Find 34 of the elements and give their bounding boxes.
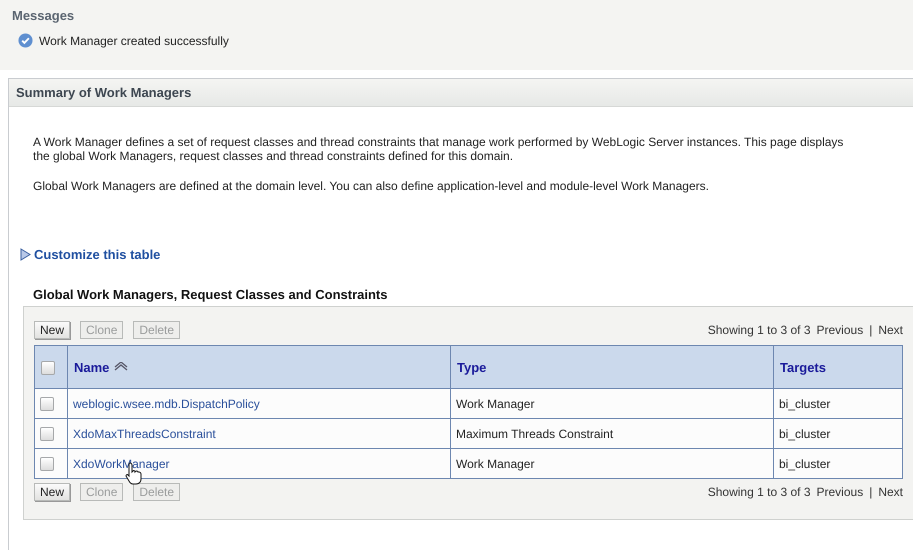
targets-cell: bi_cluster bbox=[774, 418, 902, 448]
type-cell: Maximum Threads Constraint bbox=[450, 418, 774, 448]
previous-link[interactable]: Previous bbox=[816, 485, 864, 499]
new-button[interactable]: New bbox=[34, 321, 70, 339]
select-all-checkbox[interactable] bbox=[41, 360, 55, 375]
customize-table-link[interactable]: Customize this table bbox=[20, 247, 160, 262]
next-link[interactable]: Next bbox=[878, 485, 903, 499]
separator: | bbox=[869, 485, 872, 499]
separator: | bbox=[869, 323, 872, 337]
pagination-status: Showing 1 to 3 of 3 bbox=[708, 485, 810, 499]
row-checkbox[interactable] bbox=[40, 396, 54, 411]
targets-cell: bi_cluster bbox=[774, 388, 902, 418]
column-header[interactable]: Type bbox=[450, 346, 774, 388]
table-title: Global Work Managers, Request Classes and Constraints bbox=[33, 287, 388, 302]
targets-cell: bi_cluster bbox=[774, 448, 902, 478]
type-cell: Work Manager bbox=[450, 388, 774, 418]
messages-title: Messages bbox=[12, 8, 76, 23]
row-checkbox[interactable] bbox=[40, 426, 54, 441]
previous-link[interactable]: Previous bbox=[816, 323, 864, 337]
column-header[interactable]: Name bbox=[68, 346, 450, 388]
column-header[interactable]: Targets bbox=[774, 346, 902, 388]
description-text: Global Work Managers are defined at the domain level. You can also define application-level and module-level Work Managers. bbox=[33, 179, 710, 193]
next-link[interactable]: Next bbox=[878, 323, 903, 337]
summary-title: Summary of Work Managers bbox=[9, 79, 913, 107]
triangle-right-icon bbox=[20, 248, 31, 261]
description-text: A Work Manager defines a set of request classes and thread constraints that manage work performed by WebLogic Server instances. This page displays the global Work Managers, request classes and thread constraints defined for this domain. bbox=[33, 135, 844, 163]
success-icon bbox=[18, 33, 33, 48]
type-cell: Work Manager bbox=[450, 448, 774, 478]
name-link[interactable]: XdoWorkManager bbox=[73, 456, 170, 470]
new-button[interactable]: New bbox=[34, 483, 70, 501]
success-message: Work Manager created successfully bbox=[39, 34, 229, 48]
name-link[interactable]: XdoMaxThreadsConstraint bbox=[73, 426, 216, 440]
row-checkbox[interactable] bbox=[40, 456, 54, 471]
pagination-status: Showing 1 to 3 of 3 bbox=[708, 323, 810, 337]
